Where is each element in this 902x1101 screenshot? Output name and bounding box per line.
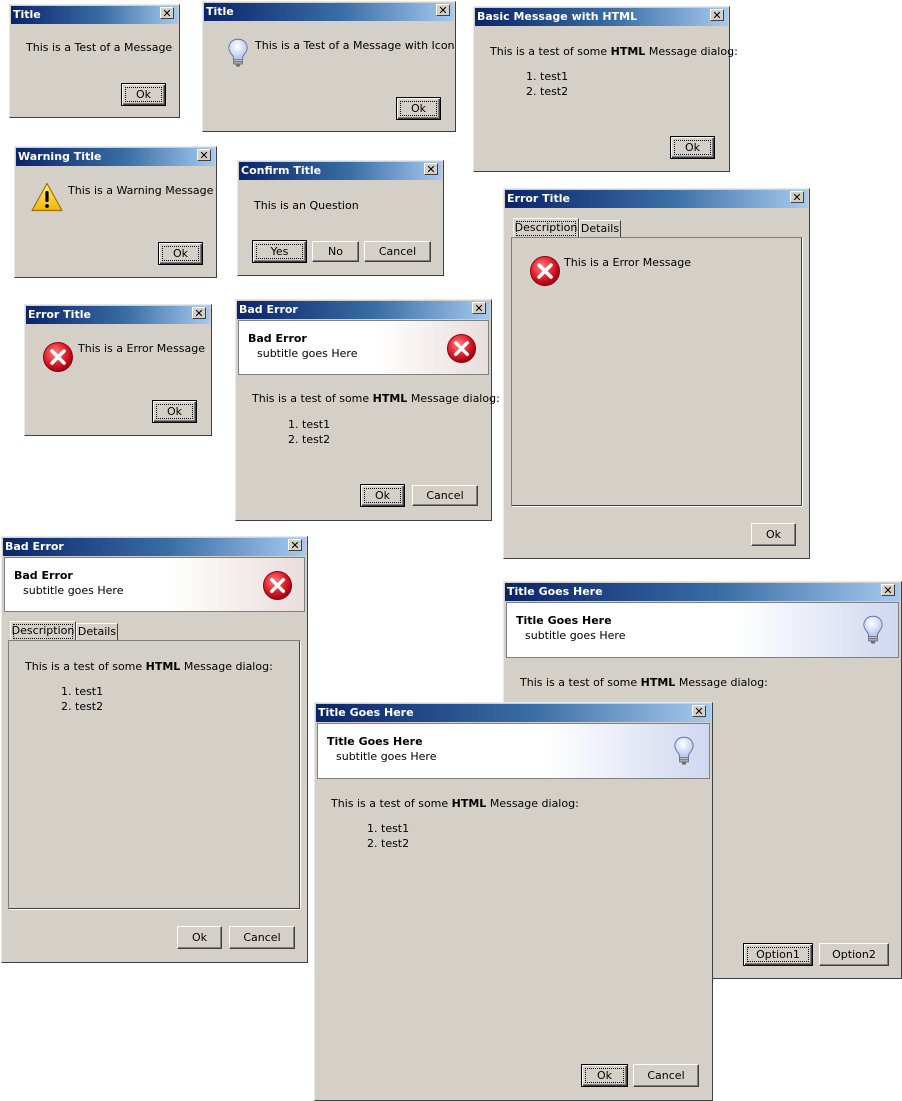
bad-error-tabbed-dialog: Bad Error ✕ Bad Error subtitle goes Here… — [1, 536, 308, 963]
title-bar[interactable]: Title Goes Here — [316, 704, 711, 722]
ok-button[interactable]: Ok — [360, 484, 405, 507]
message-with-icon-dialog: Title ✕ This is a Test of a Message with… — [202, 1, 456, 132]
tab-panel: This is a Error Message — [511, 237, 803, 507]
title-bar[interactable]: Basic Message with HTML — [475, 8, 728, 26]
warning-dialog: Warning Title ✕ This is a Warning Messag… — [14, 146, 217, 278]
title-bar[interactable]: Title — [204, 3, 454, 21]
message-text: This is a test of some HTML Message dial… — [490, 45, 738, 58]
list-item: 2. test2 — [526, 85, 569, 98]
title-bar[interactable]: Confirm Title — [239, 162, 442, 180]
ok-button[interactable]: Ok — [396, 97, 441, 120]
ok-button[interactable]: Ok — [670, 136, 715, 159]
message-text: This is a Test of a Message with Icon — [255, 39, 455, 52]
close-icon[interactable]: ✕ — [710, 9, 724, 21]
header-subtitle: subtitle goes Here — [257, 347, 358, 360]
title-bar[interactable]: Title Goes Here — [505, 583, 900, 601]
message-text: This is a Test of a Message — [26, 41, 173, 54]
yes-button[interactable]: Yes — [252, 240, 307, 263]
list-item: 1. test1 — [61, 685, 104, 698]
list-item: 2. test2 — [288, 433, 331, 446]
error-tabbed-dialog: Error Title ✕ Description Details This i… — [503, 188, 810, 559]
list-item: 1. test1 — [526, 70, 569, 83]
close-icon[interactable]: ✕ — [197, 149, 211, 161]
lightbulb-icon — [227, 36, 249, 70]
tab-description[interactable]: Description — [513, 218, 579, 238]
close-icon[interactable]: ✕ — [472, 302, 486, 314]
ok-button[interactable]: Ok — [581, 1064, 628, 1087]
header-title: Bad Error — [248, 332, 307, 345]
cancel-button[interactable]: Cancel — [229, 926, 295, 949]
error-icon — [529, 255, 561, 287]
ok-button[interactable]: Ok — [177, 926, 222, 949]
dialog-header: Bad Error subtitle goes Here — [4, 557, 305, 612]
message-text: This is a Error Message — [564, 256, 692, 269]
no-button[interactable]: No — [312, 241, 359, 262]
ok-button[interactable]: Ok — [152, 400, 197, 423]
option2-button[interactable]: Option2 — [819, 943, 889, 966]
list-item: 1. test1 — [367, 822, 410, 835]
tab-details[interactable]: Details — [76, 623, 118, 641]
message-list: 1. test1 2. test2 — [367, 821, 409, 851]
title-bar[interactable]: Bad Error — [237, 301, 490, 319]
message-text: This is a Error Message — [78, 342, 206, 355]
title-bar[interactable]: Warning Title — [16, 148, 215, 166]
tab-panel: This is a test of some HTML Message dial… — [8, 640, 301, 910]
tab-description[interactable]: Description — [10, 621, 76, 641]
cancel-button[interactable]: Cancel — [364, 241, 431, 262]
html-message-dialog: Basic Message with HTML ✕ This is a test… — [473, 6, 738, 172]
error-icon — [446, 333, 477, 364]
list-item: 2. test2 — [61, 700, 104, 713]
header-title: Bad Error — [14, 569, 73, 582]
message-text: This is a test of some HTML Message dial… — [25, 660, 273, 673]
bad-error-dialog: Bad Error ✕ Bad Error subtitle goes Here… — [235, 299, 500, 521]
header-subtitle: subtitle goes Here — [525, 629, 626, 642]
error-dialog: Error Title ✕ This is a Error Message Ok — [24, 304, 212, 436]
header-title: Title Goes Here — [327, 735, 423, 748]
lightbulb-icon — [673, 734, 695, 768]
list-item: 2. test2 — [367, 837, 410, 850]
error-icon — [262, 570, 293, 601]
message-text: This is a test of some HTML Message dial… — [331, 797, 579, 810]
ok-button[interactable]: Ok — [158, 242, 203, 265]
ok-button[interactable]: Ok — [121, 83, 166, 106]
dialog-header: Bad Error subtitle goes Here — [238, 320, 489, 375]
message-list: 1. test1 2. test2 — [288, 417, 330, 447]
title-bar[interactable]: Error Title — [26, 306, 210, 324]
warning-icon — [31, 182, 63, 212]
close-icon[interactable]: ✕ — [424, 163, 438, 175]
header-title: Title Goes Here — [516, 614, 612, 627]
close-icon[interactable]: ✕ — [288, 539, 302, 551]
message-text: This is a Warning Message — [68, 184, 214, 197]
message-dialog: Title ✕ This is a Test of a Message Ok — [9, 4, 180, 118]
option1-button[interactable]: Option1 — [743, 943, 813, 966]
close-icon[interactable]: ✕ — [881, 584, 895, 596]
close-icon[interactable]: ✕ — [192, 307, 206, 319]
lightbulb-icon — [862, 613, 884, 647]
close-icon[interactable]: ✕ — [160, 7, 174, 19]
title-goes-here-dialog: Title Goes Here ✕ Title Goes Here subtit… — [314, 702, 713, 1101]
message-list: 1. test1 2. test2 — [61, 684, 103, 714]
title-bar[interactable]: Error Title — [505, 190, 808, 208]
cancel-button[interactable]: Cancel — [412, 485, 478, 506]
ok-button[interactable]: Ok — [751, 523, 796, 546]
message-text: This is a test of some HTML Message dial… — [252, 392, 500, 405]
message-text: This is a test of some HTML Message dial… — [520, 676, 768, 689]
title-bar[interactable]: Bad Error — [3, 538, 306, 556]
header-subtitle: subtitle goes Here — [23, 584, 124, 597]
error-icon — [42, 341, 74, 373]
close-icon[interactable]: ✕ — [436, 4, 450, 16]
title-bar[interactable]: Title — [11, 6, 178, 24]
cancel-button[interactable]: Cancel — [633, 1064, 699, 1087]
dialog-header: Title Goes Here subtitle goes Here — [506, 602, 899, 658]
message-text: This is an Question — [254, 199, 359, 212]
header-subtitle: subtitle goes Here — [336, 750, 437, 763]
message-list: 1. test1 2. test2 — [526, 69, 568, 99]
close-icon[interactable]: ✕ — [790, 191, 804, 203]
tab-details[interactable]: Details — [579, 220, 621, 238]
confirm-dialog: Confirm Title ✕ This is an Question Yes … — [237, 160, 444, 276]
close-icon[interactable]: ✕ — [692, 705, 706, 717]
dialog-header: Title Goes Here subtitle goes Here — [317, 723, 710, 779]
list-item: 1. test1 — [288, 418, 331, 431]
